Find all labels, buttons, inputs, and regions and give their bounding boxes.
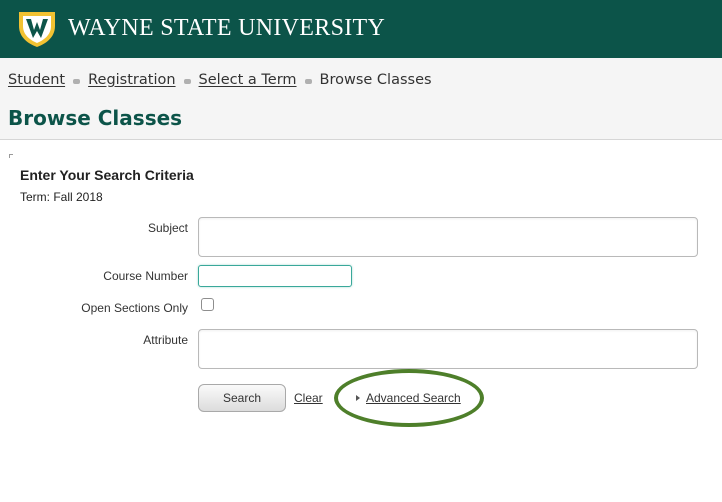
course-number-label: Course Number xyxy=(103,269,188,283)
breadcrumb: Student Registration Select a Term Brows… xyxy=(8,72,432,88)
breadcrumb-separator-icon xyxy=(183,78,191,84)
advanced-search-label[interactable]: Advanced Search xyxy=(366,391,461,405)
brand-name[interactable]: WAYNE STATE UNIVERSITY xyxy=(68,14,385,42)
subject-input[interactable] xyxy=(198,217,698,257)
open-sections-checkbox[interactable] xyxy=(201,298,214,311)
open-sections-label: Open Sections Only xyxy=(81,301,188,315)
wsu-shield-logo-icon[interactable] xyxy=(17,10,57,48)
breadcrumb-registration[interactable]: Registration xyxy=(88,72,175,88)
course-number-input[interactable] xyxy=(198,265,352,287)
breadcrumb-separator-icon xyxy=(73,78,81,84)
breadcrumb-bar: Student Registration Select a Term Brows… xyxy=(0,58,722,140)
term-text: Term: Fall 2018 xyxy=(20,190,103,204)
breadcrumb-select-term[interactable]: Select a Term xyxy=(199,72,297,88)
form-heading: Enter Your Search Criteria xyxy=(20,167,194,183)
breadcrumb-student[interactable]: Student xyxy=(8,72,65,88)
advanced-search-link[interactable]: Advanced Search xyxy=(356,391,461,405)
attribute-label: Attribute xyxy=(143,333,188,347)
caret-right-icon xyxy=(356,395,360,401)
attribute-input[interactable] xyxy=(198,329,698,369)
breadcrumb-current: Browse Classes xyxy=(319,72,432,88)
panel-corner-icon xyxy=(9,154,13,158)
search-button[interactable]: Search xyxy=(198,384,286,412)
subject-label: Subject xyxy=(147,221,188,235)
breadcrumb-separator-icon xyxy=(304,78,312,84)
clear-link[interactable]: Clear xyxy=(294,391,323,405)
header-bar: WAYNE STATE UNIVERSITY xyxy=(0,0,722,58)
page-title: Browse Classes xyxy=(8,106,183,130)
